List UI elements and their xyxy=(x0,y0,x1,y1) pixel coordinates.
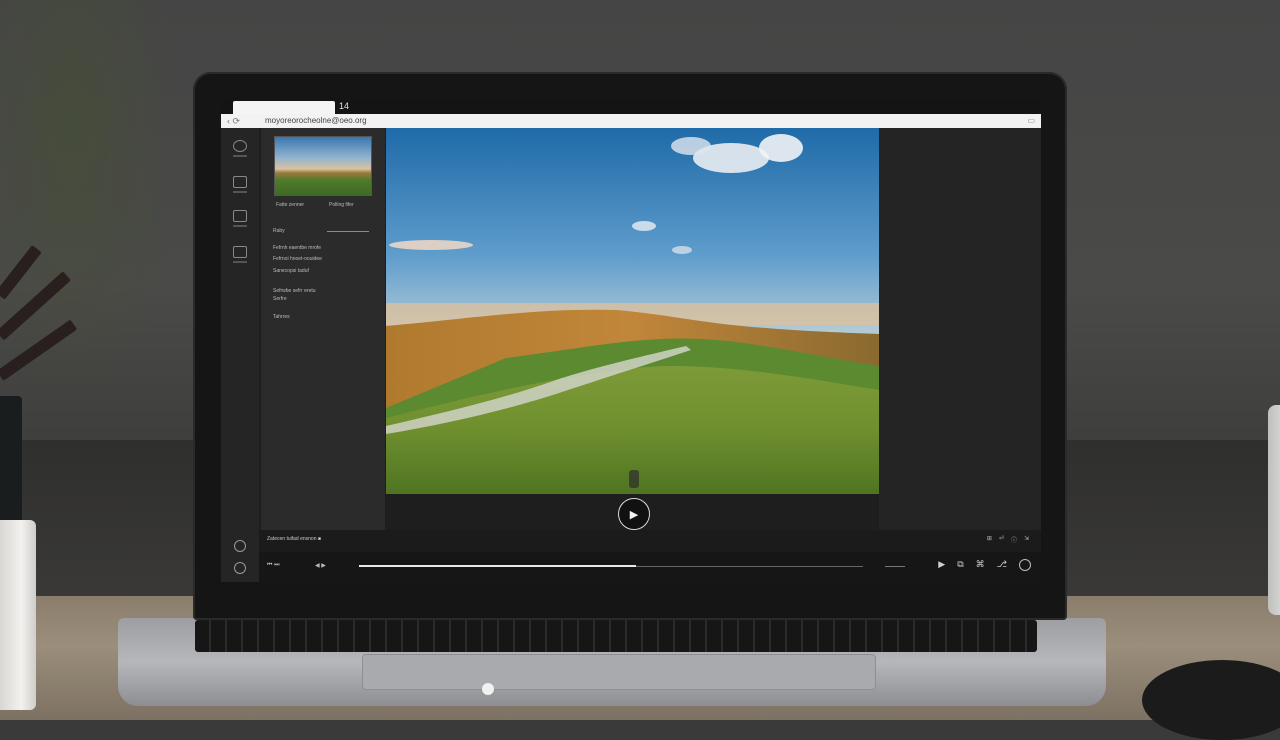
export-icon xyxy=(233,246,247,258)
rail-caption xyxy=(233,155,247,157)
browser-tab-strip: 14 xyxy=(221,100,1041,114)
pencil-holder xyxy=(0,396,22,520)
image-viewer[interactable] xyxy=(386,128,879,494)
status-text: Zatecen tuifad ensnon ■ xyxy=(267,536,321,542)
timeline-actions: ▶ ⧉ ⌘ ⎇ xyxy=(938,559,1031,571)
url-text[interactable]: moyoreorocheolne@oeo.org xyxy=(265,114,367,128)
property-line[interactable]: Fefrnoi hnoet-oouidee xyxy=(273,256,322,262)
rail-item-gallery[interactable] xyxy=(232,210,248,227)
timeline-progress xyxy=(359,565,637,567)
play-button[interactable]: ▶ xyxy=(618,498,650,530)
back-reload-icon[interactable]: ‹ ⟳ xyxy=(227,114,240,128)
rail-item-media[interactable] xyxy=(232,176,248,193)
computer-mouse xyxy=(1142,660,1280,740)
enter-icon[interactable]: ⏎ xyxy=(999,535,1004,544)
branch-icon[interactable]: ⎇ xyxy=(997,559,1007,571)
laptop-screen: 14 ‹ ⟳ moyoreorocheolne@oeo.org ▭ Fatte … xyxy=(221,100,1041,582)
status-bar: Zatecen tuifad ensnon ■ ⊞ ⏎ ⓘ ⇲ xyxy=(259,530,1041,552)
property-line[interactable]: Fefrnh eaentbe mrofe xyxy=(273,245,321,251)
media-thumbnail[interactable] xyxy=(274,136,372,196)
laptop-trackpad xyxy=(362,654,876,690)
timeline-scrubber[interactable] xyxy=(359,565,863,567)
laptop-keyboard xyxy=(195,620,1037,652)
browser-tab-active[interactable] xyxy=(233,101,335,114)
browser-tab-label[interactable]: 14 xyxy=(339,101,349,111)
status-actions: ⊞ ⏎ ⓘ ⇲ xyxy=(987,535,1029,544)
address-bar[interactable]: ‹ ⟳ moyoreorocheolne@oeo.org ▭ xyxy=(221,114,1041,128)
glass-jar xyxy=(1268,405,1280,615)
home-icon xyxy=(233,140,247,152)
media-properties-panel: Fatte zenner Polling fifer Raby Fefrnh e… xyxy=(261,128,385,530)
laptop-indicator-light xyxy=(482,683,494,695)
section-label: Raby xyxy=(273,228,285,234)
settings-icon[interactable] xyxy=(234,562,246,574)
duplicate-icon[interactable]: ⧉ xyxy=(957,559,963,571)
gallery-icon xyxy=(233,210,247,222)
property-line[interactable]: Sanecopsi taduf xyxy=(273,268,309,274)
play-icon: ▶ xyxy=(629,508,639,521)
right-inspector-panel xyxy=(879,128,1041,530)
thumbnail-caption-right: Polling fifer xyxy=(329,202,354,208)
skip-controls[interactable]: ⏮ ⏭ xyxy=(267,562,279,569)
property-line[interactable]: Sefrwbe sefrr eretu xyxy=(273,288,316,294)
play-small-icon[interactable]: ▶ xyxy=(938,559,945,571)
rail-caption xyxy=(233,225,247,227)
command-icon[interactable]: ⌘ xyxy=(976,559,985,571)
frame-step-controls[interactable]: ◀ ▶ xyxy=(315,562,326,569)
thumbnail-caption-left: Fatte zenner xyxy=(276,202,305,208)
property-line[interactable]: Serfre xyxy=(273,296,287,302)
notification-icon[interactable] xyxy=(234,540,246,552)
extension-icon[interactable]: ▭ xyxy=(1027,114,1035,128)
timeline-bar: ⏮ ⏭ ◀ ▶ ▶ ⧉ ⌘ ⎇ xyxy=(259,552,1041,582)
account-icon[interactable] xyxy=(1019,559,1031,571)
rail-item-home[interactable] xyxy=(232,140,248,157)
rail-item-export[interactable] xyxy=(232,246,248,263)
info-icon[interactable]: ⓘ xyxy=(1011,535,1017,544)
rail-caption xyxy=(233,261,247,263)
grid-icon[interactable]: ⊞ xyxy=(987,535,992,544)
expand-icon[interactable]: ⇲ xyxy=(1024,535,1029,544)
media-icon xyxy=(233,176,247,188)
landscape-photo xyxy=(386,128,879,494)
white-mug xyxy=(0,520,36,710)
property-line[interactable]: Tahrres xyxy=(273,314,290,320)
rail-caption xyxy=(233,191,247,193)
volume-slider[interactable] xyxy=(885,566,905,567)
section-divider xyxy=(327,231,369,232)
left-icon-rail xyxy=(221,128,259,582)
